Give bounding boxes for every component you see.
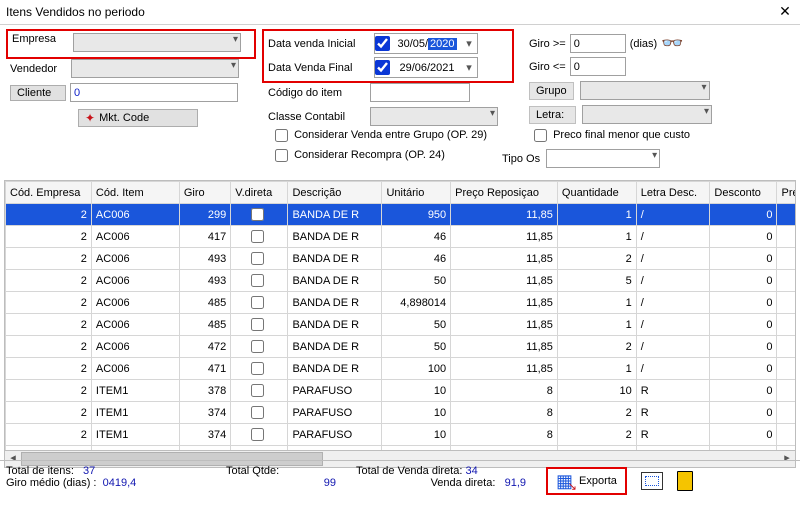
calendar-icon[interactable] <box>641 472 663 490</box>
data-inicial-text[interactable]: 30/05/2020 <box>393 38 461 50</box>
total-qtde-value: 99 <box>324 477 336 489</box>
giro-medio-label: Giro médio (dias) : <box>6 477 96 489</box>
window-title: Itens Vendidos no periodo <box>6 5 776 19</box>
col-cod-item[interactable]: Cód. Item <box>91 182 179 204</box>
vdireta-checkbox[interactable] <box>231 402 288 424</box>
vdireta-checkbox[interactable] <box>231 380 288 402</box>
tipo-os-combo[interactable] <box>546 149 660 168</box>
considerar-grupo-check[interactable]: Considerar Venda entre Grupo (OP. 29) <box>275 129 487 141</box>
data-final-label: Data Venda Final <box>268 62 368 74</box>
col-vdireta[interactable]: V.direta <box>231 182 288 204</box>
col-descricao[interactable]: Descrição <box>288 182 382 204</box>
table-row[interactable]: 2AC006299BANDA DE R95011,851/0R$ <box>6 204 797 226</box>
considerar-recompra-check[interactable]: Considerar Recompra (OP. 24) <box>275 149 445 161</box>
giro-gte-input[interactable] <box>570 34 626 53</box>
exit-icon[interactable] <box>677 471 693 491</box>
glasses-icon[interactable]: 👓 <box>661 33 683 54</box>
vdireta-checkbox[interactable] <box>231 314 288 336</box>
giro-medio-value: 0419,4 <box>103 477 137 489</box>
table-row[interactable]: 2AC006472BANDA DE R5011,852/0R <box>6 336 797 358</box>
mkt-code-label: Mkt. Code <box>99 112 149 124</box>
vdireta-checkbox[interactable] <box>231 292 288 314</box>
empresa-combo[interactable] <box>73 33 241 52</box>
codigo-item-input[interactable] <box>370 83 470 102</box>
letra-label: Letra: <box>529 106 576 124</box>
vdireta-checkbox[interactable] <box>231 336 288 358</box>
considerar-recompra-label: Considerar Recompra (OP. 24) <box>294 149 445 161</box>
vdireta-checkbox[interactable] <box>231 226 288 248</box>
col-unitario[interactable]: Unitário <box>382 182 451 204</box>
data-final-text[interactable]: 29/06/2021 <box>393 62 461 74</box>
vdireta-checkbox[interactable] <box>231 424 288 446</box>
table-row[interactable]: 2AC006471BANDA DE R10011,851/0R$ <box>6 358 797 380</box>
vendedor-label: Vendedor <box>10 63 68 75</box>
codigo-item-label: Código do item <box>268 87 364 99</box>
col-reposicao[interactable]: Preço Reposiçao <box>451 182 558 204</box>
letra-combo[interactable] <box>582 105 712 124</box>
data-final-field[interactable]: 29/06/2021 ▾ <box>374 57 478 78</box>
total-qtde-label: Total Qtde: <box>226 465 279 477</box>
mkt-icon: ✦ <box>85 111 95 125</box>
col-cod-empresa[interactable]: Cód. Empresa <box>6 182 92 204</box>
table-row[interactable]: 2ITEM1378PARAFUSO10810R0R$ <box>6 380 797 402</box>
data-inicial-check[interactable] <box>375 36 390 51</box>
grupo-combo[interactable] <box>580 81 710 100</box>
tipo-os-label: Tipo Os <box>502 153 540 165</box>
table-row[interactable]: 2AC006485BANDA DE R5011,851/0R$ <box>6 314 797 336</box>
venda-direta-label: Venda direta: <box>431 477 496 489</box>
items-grid[interactable]: Cód. Empresa Cód. Item Giro V.direta Des… <box>4 180 796 452</box>
cliente-button[interactable]: Cliente <box>10 85 66 101</box>
total-itens-label: Total de itens: <box>6 465 74 477</box>
mkt-code-button[interactable]: ✦ Mkt. Code <box>78 109 198 127</box>
total-venda-direta-value: 34 <box>465 465 477 477</box>
giro-lte-input[interactable] <box>570 57 626 76</box>
exporta-label: Exporta <box>579 475 617 487</box>
chevron-down-icon[interactable]: ▾ <box>461 37 477 50</box>
table-row[interactable]: 2AC006493BANDA DE R5011,855/0R$ <box>6 270 797 292</box>
vdireta-checkbox[interactable] <box>231 248 288 270</box>
exporta-button[interactable]: ▦ Exporta <box>546 467 627 495</box>
considerar-grupo-label: Considerar Venda entre Grupo (OP. 29) <box>294 129 487 141</box>
table-row[interactable]: 2ITEM1374PARAFUSO1082R0R <box>6 424 797 446</box>
col-quantidade[interactable]: Quantidade <box>557 182 636 204</box>
venda-direta-value: 91,9 <box>505 477 526 489</box>
classe-contabil-label: Classe Contabil <box>268 111 364 123</box>
total-venda-direta-label: Total de Venda direta: <box>356 465 462 477</box>
col-giro[interactable]: Giro <box>179 182 230 204</box>
col-letra-desc[interactable]: Letra Desc. <box>636 182 710 204</box>
chevron-down-icon[interactable]: ▾ <box>461 61 477 74</box>
col-desconto[interactable]: Desconto <box>710 182 777 204</box>
col-preco[interactable]: Preço <box>777 182 796 204</box>
vdireta-checkbox[interactable] <box>231 204 288 226</box>
giro-gte-label: Giro >= <box>529 38 566 50</box>
preco-final-custo-label: Preco final menor que custo <box>553 129 690 141</box>
vdireta-checkbox[interactable] <box>231 358 288 380</box>
table-row[interactable]: 2AC006417BANDA DE R4611,851/0R <box>6 226 797 248</box>
dias-label: (dias) <box>630 38 658 50</box>
table-row[interactable]: 2AC006493BANDA DE R4611,852/0R <box>6 248 797 270</box>
empresa-label: Empresa <box>12 33 70 45</box>
classe-contabil-combo[interactable] <box>370 107 498 126</box>
table-row[interactable]: 2AC006485BANDA DE R4,89801411,851/0I <box>6 292 797 314</box>
data-inicial-label: Data venda Inicial <box>268 38 368 50</box>
close-icon[interactable]: ✕ <box>776 3 794 21</box>
grupo-label: Grupo <box>529 82 574 100</box>
total-itens-value: 37 <box>83 465 95 477</box>
vdireta-checkbox[interactable] <box>231 270 288 292</box>
preco-final-custo-check[interactable]: Preco final menor que custo <box>534 129 690 141</box>
data-final-check[interactable] <box>375 60 390 75</box>
cliente-input[interactable] <box>70 83 238 102</box>
export-icon: ▦ <box>556 472 573 490</box>
grid-header-row: Cód. Empresa Cód. Item Giro V.direta Des… <box>6 182 797 204</box>
vendedor-combo[interactable] <box>71 59 239 78</box>
data-inicial-field[interactable]: 30/05/2020 ▾ <box>374 33 478 54</box>
table-row[interactable]: 2ITEM1374PARAFUSO1082R0R <box>6 402 797 424</box>
giro-lte-label: Giro <= <box>529 61 566 73</box>
